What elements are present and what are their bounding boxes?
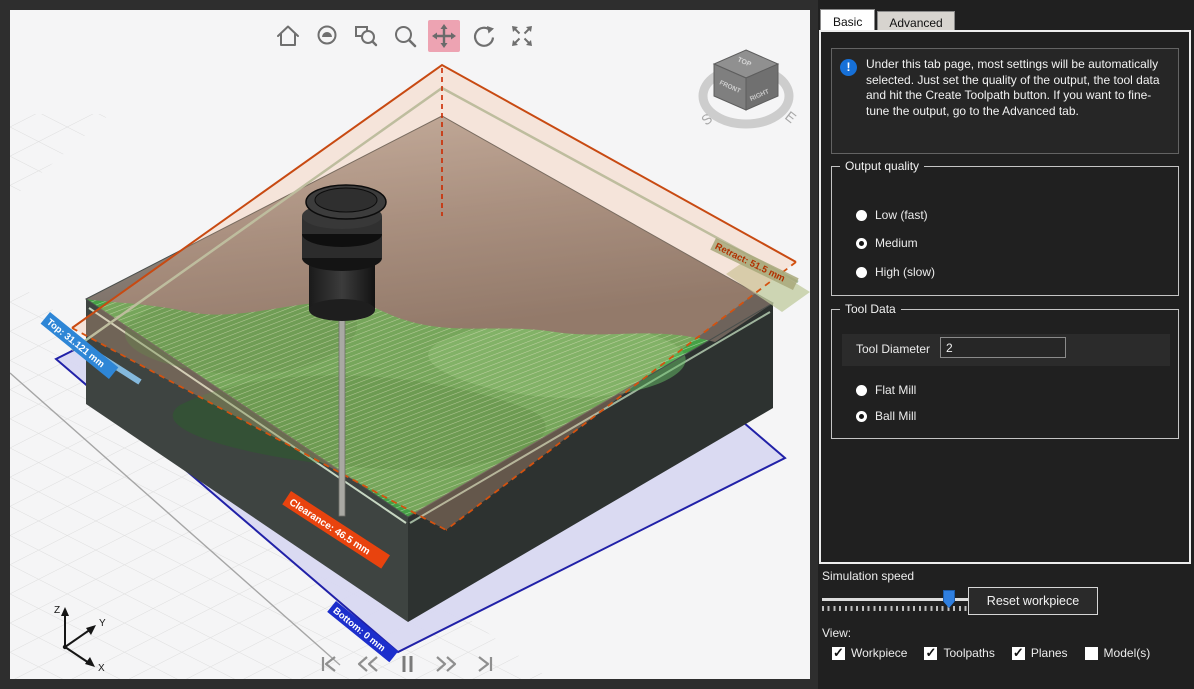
output-quality-group: Output quality Low (fast) Medium High (s… (831, 166, 1179, 296)
viewport-toolbar (272, 20, 538, 52)
checkbox-planes-control[interactable] (1012, 647, 1025, 660)
settings-panel: Basic Advanced ! Under this tab page, mo… (818, 0, 1194, 689)
info-box: ! Under this tab page, most settings wil… (831, 48, 1179, 154)
radio-low-fast-control[interactable] (856, 210, 867, 221)
axis-x-label: X (98, 663, 105, 671)
checkbox-toolpaths[interactable]: Toolpaths (924, 646, 994, 660)
view-cube[interactable]: S E TOP FRONT RIGHT (694, 44, 798, 138)
slider-ticks (822, 606, 970, 611)
checkbox-models-control[interactable] (1085, 647, 1098, 660)
radio-flat-mill[interactable]: Flat Mill (856, 383, 916, 397)
skip-to-start-icon (316, 654, 342, 674)
step-back-icon (355, 654, 381, 674)
checkbox-models-label: Model(s) (1104, 646, 1151, 660)
radio-high-slow[interactable]: High (slow) (856, 265, 935, 279)
tool-data-title: Tool Data (840, 302, 901, 316)
zoom-window-icon (353, 23, 379, 49)
info-icon: ! (840, 59, 857, 76)
checkbox-workpiece[interactable]: Workpiece (832, 646, 907, 660)
home-icon (275, 23, 301, 49)
simulation-speed-slider[interactable] (822, 588, 970, 614)
zoom-window-button[interactable] (350, 20, 382, 52)
zoom-icon (392, 23, 418, 49)
basic-tab-page: ! Under this tab page, most settings wil… (819, 30, 1191, 564)
pan-button[interactable] (428, 20, 460, 52)
view-options-label: View: (822, 626, 851, 640)
zoom-fit-icon (509, 23, 535, 49)
pause-button[interactable] (394, 653, 420, 675)
app-window: Top: 31.121 mm Retract: 51.5 mm Clearanc… (0, 0, 1194, 689)
3d-viewport[interactable]: Top: 31.121 mm Retract: 51.5 mm Clearanc… (10, 10, 810, 679)
tool-data-group: Tool Data Tool Diameter Flat Mill Ball M… (831, 309, 1179, 439)
checkbox-planes-label: Planes (1031, 646, 1068, 660)
checkbox-workpiece-control[interactable] (832, 647, 845, 660)
skip-to-start-button[interactable] (316, 653, 342, 675)
radio-ball-mill-control[interactable] (856, 411, 867, 422)
rotate-view-button[interactable] (467, 20, 499, 52)
checkbox-workpiece-label: Workpiece (851, 646, 907, 660)
radio-medium-label: Medium (875, 236, 918, 250)
rotate-view-icon (470, 23, 496, 49)
pan-icon (431, 23, 457, 49)
radio-low-fast[interactable]: Low (fast) (856, 208, 928, 222)
axis-y-label: Y (99, 618, 106, 629)
axis-z-label: Z (54, 605, 60, 616)
radio-flat-mill-label: Flat Mill (875, 383, 916, 397)
radio-flat-mill-control[interactable] (856, 385, 867, 396)
checkbox-toolpaths-control[interactable] (924, 647, 937, 660)
simulation-scene[interactable]: Top: 31.121 mm Retract: 51.5 mm Clearanc… (10, 10, 810, 679)
radio-high-slow-label: High (slow) (875, 265, 935, 279)
skip-to-end-button[interactable] (472, 653, 498, 675)
radio-ball-mill[interactable]: Ball Mill (856, 409, 916, 423)
radio-medium[interactable]: Medium (856, 236, 918, 250)
step-forward-icon (433, 654, 459, 674)
tool-diameter-label: Tool Diameter (856, 342, 930, 356)
orbit-view-button[interactable] (311, 20, 343, 52)
axis-gizmo: Z Y X (35, 601, 125, 671)
reset-workpiece-button[interactable]: Reset workpiece (968, 587, 1098, 615)
info-text: Under this tab page, most settings will … (866, 57, 1172, 147)
checkbox-models[interactable]: Model(s) (1085, 646, 1151, 660)
checkbox-toolpaths-label: Toolpaths (943, 646, 994, 660)
home-view-button[interactable] (272, 20, 304, 52)
step-back-button[interactable] (355, 653, 381, 675)
radio-medium-control[interactable] (856, 238, 867, 249)
radio-high-slow-control[interactable] (856, 267, 867, 278)
radio-ball-mill-label: Ball Mill (875, 409, 916, 423)
orbit-view-icon (314, 23, 340, 49)
radio-low-fast-label: Low (fast) (875, 208, 928, 222)
step-forward-button[interactable] (433, 653, 459, 675)
zoom-fit-button[interactable] (506, 20, 538, 52)
checkbox-planes[interactable]: Planes (1012, 646, 1068, 660)
zoom-button[interactable] (389, 20, 421, 52)
skip-to-end-icon (472, 654, 498, 674)
output-quality-title: Output quality (840, 159, 924, 173)
tool-diameter-input[interactable] (940, 337, 1066, 358)
view-options-row: Workpiece Toolpaths Planes Model(s) (832, 646, 1150, 660)
simulation-speed-label: Simulation speed (822, 569, 914, 583)
playback-controls (316, 653, 498, 675)
pause-icon (394, 654, 420, 674)
